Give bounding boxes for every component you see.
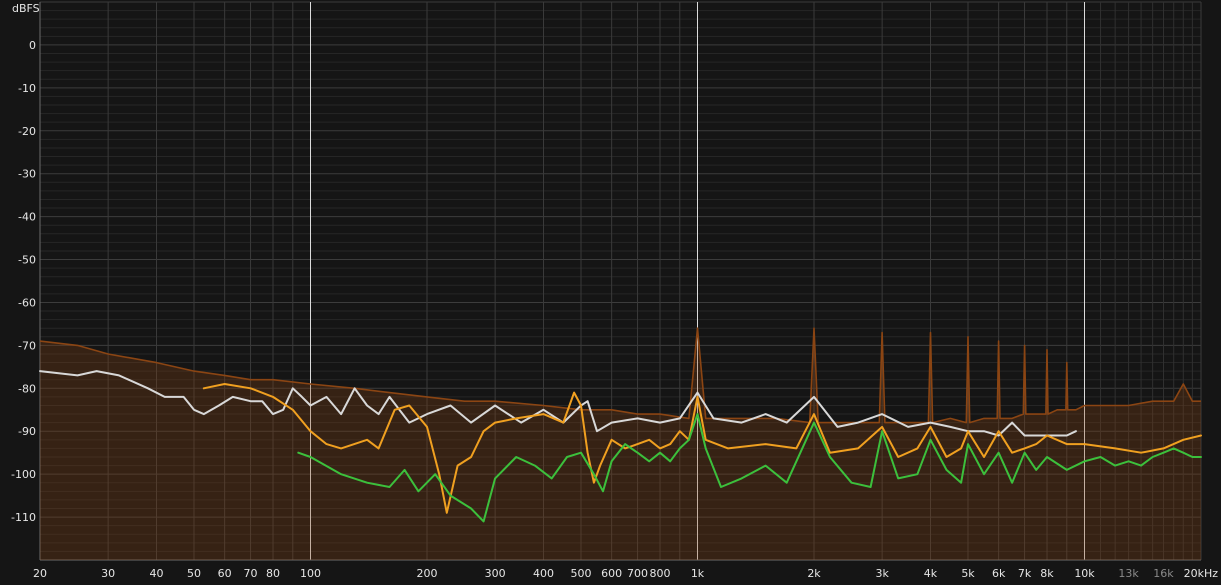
x-tick-label: 8k	[1040, 567, 1054, 580]
y-tick-label: 0	[29, 39, 36, 52]
y-tick-label: -20	[18, 125, 36, 138]
y-tick-label: -60	[18, 296, 36, 309]
x-tick-label: 60	[218, 567, 232, 580]
x-tick-label: 30	[101, 567, 115, 580]
x-tick-label: 40	[149, 567, 163, 580]
x-tick-label: 3k	[875, 567, 889, 580]
x-tick-label: 20	[33, 567, 47, 580]
y-tick-label: -40	[18, 211, 36, 224]
x-tick-label: 6k	[992, 567, 1006, 580]
y-tick-label: -100	[11, 468, 36, 481]
x-tick-label: 7k	[1018, 567, 1032, 580]
x-tick-label: 16k	[1153, 567, 1174, 580]
x-tick-label: 1k	[691, 567, 705, 580]
x-tick-label: 50	[187, 567, 201, 580]
y-tick-label: -50	[18, 254, 36, 267]
x-tick-label: 13k	[1118, 567, 1139, 580]
y-tick-label: -90	[18, 425, 36, 438]
x-tick-label: 80	[266, 567, 280, 580]
y-tick-label: -30	[18, 168, 36, 181]
x-tick-label: 500	[571, 567, 592, 580]
x-tick-label: 400	[533, 567, 554, 580]
y-tick-label: -110	[11, 511, 36, 524]
x-tick-label: 2k	[807, 567, 821, 580]
x-tick-label: 4k	[924, 567, 938, 580]
y-tick-label: -10	[18, 82, 36, 95]
spectrum-chart: 0 -10 -20 -30 -40 -50 -60 -70 -80 -90 -100 -110 20 3…	[0, 0, 1221, 585]
x-tick-label: 600	[601, 567, 622, 580]
x-tick-label: 70	[244, 567, 258, 580]
x-tick-label: 5k	[961, 567, 975, 580]
x-tick-label: 700	[627, 567, 648, 580]
x-tick-label: 100	[300, 567, 321, 580]
x-tick-label: 200	[417, 567, 438, 580]
x-tick-label: 10k	[1074, 567, 1095, 580]
y-axis-label: dBFS	[12, 2, 40, 15]
y-tick-label: -70	[18, 339, 36, 352]
x-tick-label: 300	[485, 567, 506, 580]
y-tick-label: -80	[18, 382, 36, 395]
x-tick-label: 800	[649, 567, 670, 580]
x-tick-label: 20kHz	[1184, 567, 1219, 580]
